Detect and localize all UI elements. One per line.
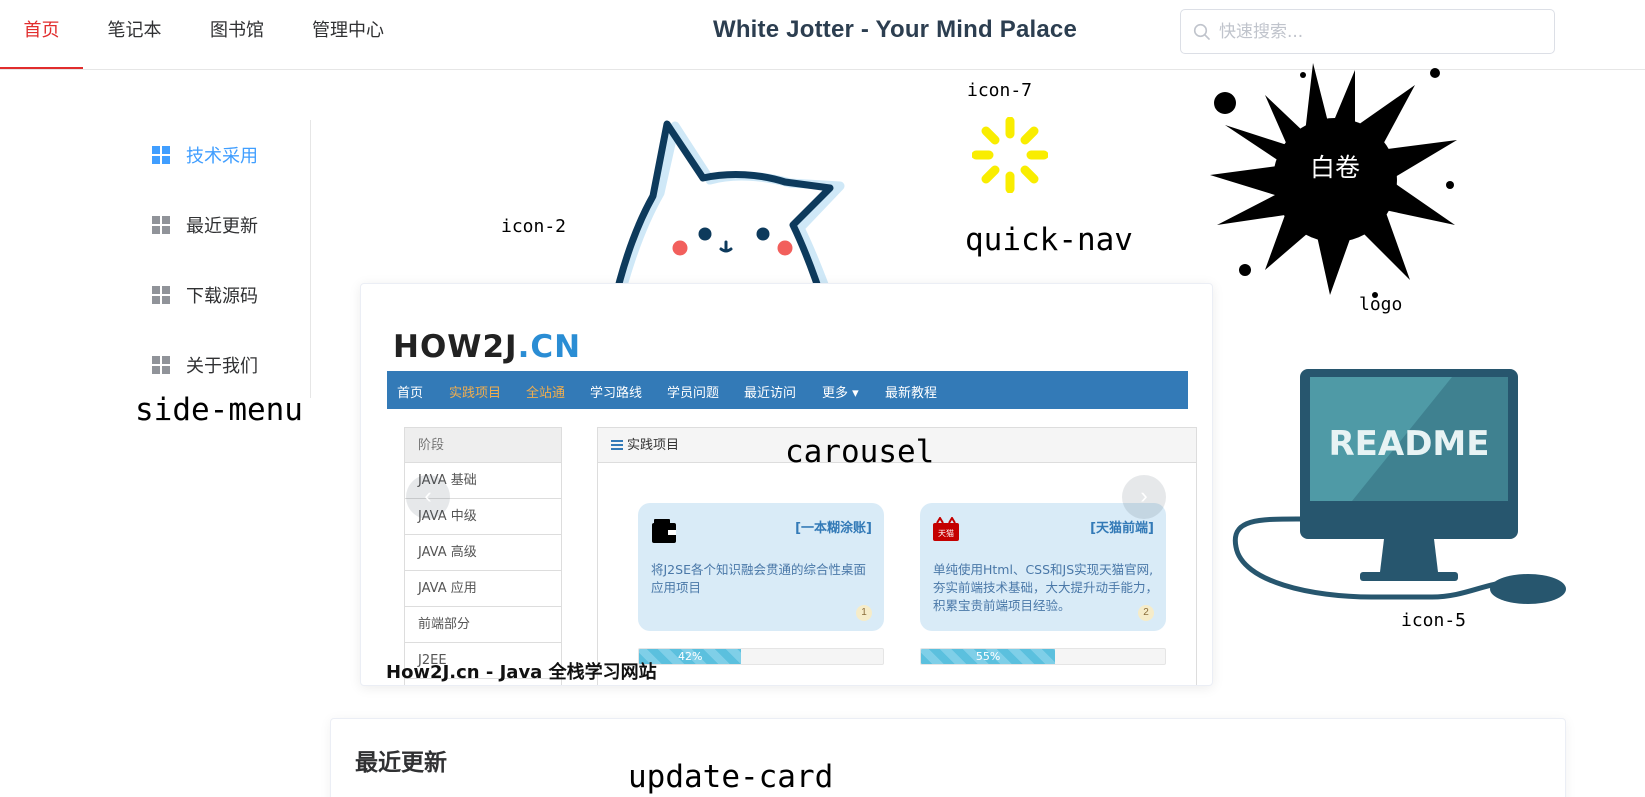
grid-icon xyxy=(152,146,170,164)
grid-icon xyxy=(152,286,170,304)
tmall-icon: 天猫 xyxy=(933,517,959,541)
slide-nav-item: 实践项目 xyxy=(449,386,502,401)
update-card-annotation: update-card xyxy=(628,759,834,795)
slide-progress-bar: 55% xyxy=(920,648,1166,665)
slide-card-text: 将J2SE各个知识融会贯通的综合性桌面应用项目 xyxy=(651,562,866,595)
slide-nav-item: 最近访问 xyxy=(744,386,797,401)
search-box[interactable] xyxy=(1180,9,1555,54)
update-card-title: 最近更新 xyxy=(355,750,447,776)
menu-item-label: 下载源码 xyxy=(186,286,258,307)
carousel-next-button[interactable]: › xyxy=(1122,475,1166,519)
slide-nav-item: 学习路线 xyxy=(590,386,643,401)
tab-library[interactable]: 图书馆 xyxy=(186,0,288,69)
quick-nav-annotation: quick-nav xyxy=(965,222,1133,258)
slide-nav-item: 学员问题 xyxy=(667,386,720,401)
tab-home[interactable]: 首页 xyxy=(0,0,83,69)
slide-card-text: 单纯使用Html、CSS和JS实现天猫官网, 夯实前端技术基础，大大提升动手能力… xyxy=(933,562,1159,613)
carousel-annotation: carousel xyxy=(785,434,935,470)
carousel-slide: HOW2J.CN 首页 实践项目 全站通 学习路线 学员问题 最近访问 更多 ▾… xyxy=(387,329,1197,685)
slide-stage-item: 前端部分 xyxy=(405,607,561,643)
slide-card-title: [天猫前端] xyxy=(1090,521,1154,536)
menu-item-updates[interactable]: 最近更新 xyxy=(152,209,258,241)
carousel-caption: How2J.cn - Java 全栈学习网站 xyxy=(386,662,657,683)
how2j-logo: HOW2J.CN xyxy=(393,329,582,365)
slide-card-title: [一本糊涂账] xyxy=(795,521,872,536)
slide-nav-item: 首页 xyxy=(397,386,424,401)
menu-item-label: 关于我们 xyxy=(186,356,258,377)
cat-icon[interactable] xyxy=(605,118,875,310)
menu-item-label: 技术采用 xyxy=(186,146,258,167)
search-icon xyxy=(1193,23,1210,40)
slide-stage-list: 阶段 JAVA 基础 JAVA 中级 JAVA 高级 JAVA 应用 前端部分 … xyxy=(404,427,562,685)
slide-nav-item: 最新教程 xyxy=(885,386,938,401)
svg-text:天猫: 天猫 xyxy=(938,528,954,538)
grid-icon xyxy=(152,356,170,374)
list-icon xyxy=(611,440,623,450)
slide-nav-item: 全站通 xyxy=(526,386,566,401)
side-menu: 技术采用 最近更新 下载源码 关于我们 xyxy=(130,120,311,398)
menu-item-label: 最近更新 xyxy=(186,216,258,237)
icon-5-annotation: icon-5 xyxy=(1401,610,1467,631)
computer-icon[interactable]: README xyxy=(1232,367,1570,609)
wallet-icon xyxy=(652,519,676,543)
update-card: 最近更新 xyxy=(330,718,1566,797)
slide-nav-bar: 首页 实践项目 全站通 学习路线 学员问题 最近访问 更多 ▾ 最新教程 xyxy=(387,371,1188,409)
slide-progress-label: 55% xyxy=(975,650,1001,663)
icon-2-annotation: icon-2 xyxy=(501,216,567,237)
icon-7-annotation: icon-7 xyxy=(967,80,1033,101)
slide-project-card: 天猫 [天猫前端] 单纯使用Html、CSS和JS实现天猫官网, 夯实前端技术基… xyxy=(920,503,1166,631)
slide-stage-item: JAVA 高级 xyxy=(405,535,561,571)
side-menu-annotation: side-menu xyxy=(135,392,303,428)
logo-text: 白卷 xyxy=(1310,153,1360,182)
slide-nav-item: 更多 ▾ xyxy=(822,386,859,401)
carousel-prev-button[interactable]: ‹ xyxy=(406,475,450,519)
logo-annotation: logo xyxy=(1359,294,1403,315)
site-title: White Jotter - Your Mind Palace xyxy=(712,16,1078,43)
slide-stage-item: JAVA 应用 xyxy=(405,571,561,607)
slide-project-card: [一本糊涂账] 将J2SE各个知识融会贯通的综合性桌面应用项目 1 xyxy=(638,503,884,631)
menu-item-about[interactable]: 关于我们 xyxy=(152,349,258,381)
menu-item-download[interactable]: 下载源码 xyxy=(152,279,258,311)
logo-icon[interactable]: 白卷 xyxy=(1205,55,1465,305)
tab-admin[interactable]: 管理中心 xyxy=(288,0,408,69)
monitor-screen-text: README xyxy=(1328,424,1489,464)
slide-progress-bar: 42% xyxy=(638,648,884,665)
menu-item-tech[interactable]: 技术采用 xyxy=(152,139,258,171)
slide-card-number: 1 xyxy=(856,605,872,621)
slide-stage-header: 阶段 xyxy=(405,428,561,463)
grid-icon xyxy=(152,216,170,234)
carousel[interactable]: HOW2J.CN 首页 实践项目 全站通 学习路线 学员问题 最近访问 更多 ▾… xyxy=(360,283,1213,686)
tab-notebook[interactable]: 笔记本 xyxy=(83,0,186,69)
spark-icon[interactable] xyxy=(972,117,1048,193)
slide-card-number: 2 xyxy=(1138,605,1154,621)
search-input[interactable] xyxy=(1219,18,1539,46)
